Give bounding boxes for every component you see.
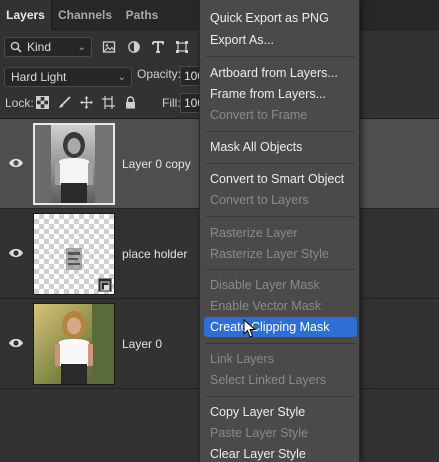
menu-item-quick-export-png[interactable]: Quick Export as PNG [204,8,357,28]
adjustment-layer-filter-icon[interactable] [127,40,141,54]
fill-label: Fill: [162,96,181,110]
blend-mode-value: Hard Light [11,70,67,84]
tab-channels[interactable]: Channels [56,0,114,30]
menu-item-mask-all-objects[interactable]: Mask All Objects [204,137,357,157]
lock-image-pixels-icon[interactable] [58,96,71,109]
lock-all-icon[interactable] [124,96,137,109]
eye-icon[interactable] [8,157,24,169]
menu-item-rasterize-layer-style[interactable]: Rasterize Layer Style [204,244,357,264]
layer-thumbnail[interactable] [33,123,115,205]
menu-item-frame-from-layers[interactable]: Frame from Layers... [204,84,357,104]
menu-item-link-layers[interactable]: Link Layers [204,349,357,369]
color-photo-woman-thumbnail [34,304,114,384]
menu-separator [206,396,355,397]
menu-item-convert-to-layers[interactable]: Convert to Layers [204,190,357,210]
tab-paths[interactable]: Paths [120,0,164,30]
lock-label: Lock: [5,96,34,110]
menu-item-create-clipping-mask[interactable]: Create Clipping Mask [204,317,357,337]
menu-item-paste-layer-style[interactable]: Paste Layer Style [204,423,357,443]
menu-item-convert-to-frame[interactable]: Convert to Frame [204,105,357,125]
type-layer-filter-icon[interactable] [151,40,165,54]
layer-name[interactable]: Layer 0 [122,337,162,351]
filter-kind-label: Kind [27,40,52,54]
tab-layers[interactable]: Layers [0,0,52,30]
bw-photo-woman-thumbnail [35,125,113,203]
menu-separator [206,269,355,270]
menu-separator [206,56,355,57]
eye-icon[interactable] [8,337,24,349]
layer-name[interactable]: place holder [122,247,187,261]
pixel-layer-filter-icon[interactable] [102,40,116,54]
menu-item-copy-layer-style[interactable]: Copy Layer Style [204,402,357,422]
layer-context-menu: Quick Export as PNG Export As... Artboar… [199,0,360,462]
layer-name[interactable]: Layer 0 copy [122,157,191,171]
opacity-label: Opacity: [137,67,182,81]
menu-item-convert-to-smart-object[interactable]: Convert to Smart Object [204,169,357,189]
menu-item-rasterize-layer[interactable]: Rasterize Layer [204,223,357,243]
lock-artboard-icon[interactable] [102,96,115,109]
eye-icon[interactable] [8,247,24,259]
menu-item-artboard-from-layers[interactable]: Artboard from Layers... [204,63,357,83]
menu-item-enable-vector-mask[interactable]: Enable Vector Mask [204,296,357,316]
menu-item-clear-layer-style[interactable]: Clear Layer Style [204,444,357,462]
menu-item-select-linked-layers[interactable]: Select Linked Layers [204,370,357,390]
menu-separator [206,216,355,217]
shape-layer-filter-icon[interactable] [175,40,189,54]
layer-thumbnail[interactable] [33,303,115,385]
chevron-down-icon: ⌄ [77,42,86,53]
lock-position-icon[interactable] [80,96,93,109]
filter-kind-select[interactable]: Kind ⌄ [4,37,92,57]
menu-separator [206,343,355,344]
chevron-down-icon: ⌄ [117,72,126,83]
blend-mode-select[interactable]: Hard Light ⌄ [4,67,132,87]
menu-separator [206,163,355,164]
layer-thumbnail[interactable] [33,213,115,295]
menu-separator [206,131,355,132]
menu-item-export-as[interactable]: Export As... [204,30,357,50]
smart-object-badge-icon [98,278,112,292]
mouse-pointer-icon [243,319,257,338]
menu-item-disable-layer-mask[interactable]: Disable Layer Mask [204,275,357,295]
lock-transparent-pixels-icon[interactable] [36,96,49,109]
search-icon [10,41,22,53]
